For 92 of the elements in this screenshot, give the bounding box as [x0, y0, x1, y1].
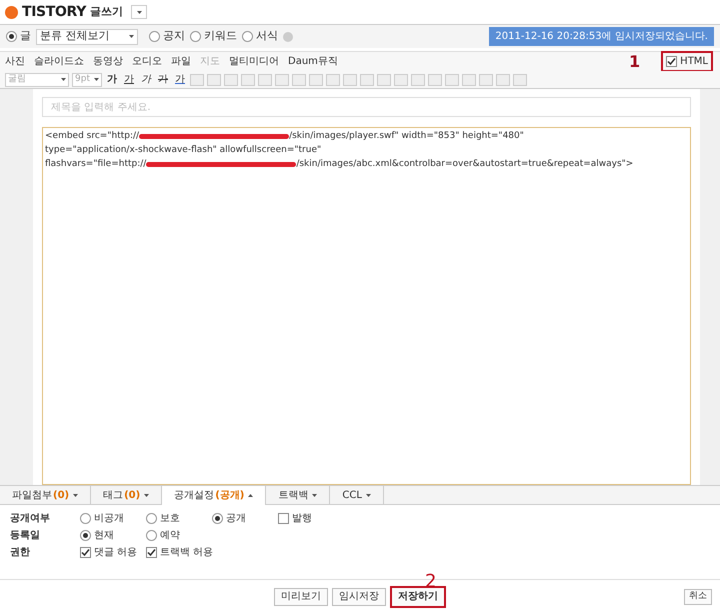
caret-icon	[366, 494, 371, 496]
format-button[interactable]: 가	[156, 72, 170, 86]
category-select[interactable]: 분류 전체보기	[36, 28, 138, 44]
media-button[interactable]: 오디오	[132, 54, 162, 69]
radio-label: 글	[20, 28, 31, 44]
toolbar-icon[interactable]	[224, 74, 238, 86]
caret-icon	[312, 494, 318, 496]
media-button[interactable]: Daum뮤직	[288, 54, 338, 69]
option-label: 트랙백 허용	[160, 546, 214, 560]
checkbox[interactable]	[278, 513, 289, 524]
title-field[interactable]: 제목을 입력해 주세요.	[42, 97, 691, 117]
option-label: 댓글 허용	[94, 546, 138, 560]
setting-label: 권한	[10, 546, 31, 560]
toolbar-icon[interactable]	[377, 74, 391, 86]
option-label: 현재	[94, 529, 114, 543]
radio-button[interactable]	[149, 31, 160, 42]
code-text: /skin/images/abc.xml&controlbar=over&autostart=true&repeat=always">	[296, 158, 634, 171]
caret-icon	[136, 10, 142, 14]
logo: TISTORY	[22, 2, 86, 22]
radio-button[interactable]	[80, 513, 91, 524]
tab[interactable]: 파일첨부(0)	[0, 486, 92, 504]
toolbar-icon[interactable]	[479, 74, 493, 86]
toolbar-icon[interactable]	[326, 74, 340, 86]
radio-button[interactable]	[80, 530, 91, 541]
option-label: 발행	[292, 512, 312, 526]
toolbar-icon[interactable]	[445, 74, 459, 86]
checkbox[interactable]	[666, 56, 678, 67]
toolbar-icon[interactable]	[513, 74, 527, 86]
caret-icon	[61, 78, 66, 81]
checkbox[interactable]	[146, 547, 157, 558]
media-button[interactable]: 멀티미디어	[229, 54, 279, 69]
html-editor[interactable]	[42, 127, 691, 485]
format-button[interactable]: 가	[122, 72, 136, 86]
code-text: type="application/x-shockwave-flash" allowfullscreen="true"	[45, 144, 322, 157]
radio-button[interactable]	[146, 530, 157, 541]
caret-icon	[129, 35, 134, 38]
code-text: flashvars="file=http://	[45, 158, 146, 171]
radio-button[interactable]	[6, 31, 17, 42]
code-text: /skin/images/player.swf" width="853" height="480"	[289, 130, 524, 143]
media-button[interactable]: 파일	[171, 54, 191, 69]
toolbar-icon[interactable]	[394, 74, 408, 86]
caret-icon	[94, 78, 99, 81]
media-button[interactable]: 사진	[5, 54, 25, 69]
cancel-button[interactable]: 취소	[684, 588, 712, 604]
dropdown-button[interactable]	[131, 5, 147, 19]
format-button[interactable]: 가	[105, 72, 119, 86]
option-label: 보호	[160, 512, 180, 526]
caret-icon	[73, 494, 78, 496]
option-label: 예약	[160, 529, 180, 543]
toolbar-icon[interactable]	[428, 74, 442, 86]
toolbar-icon[interactable]	[207, 74, 221, 86]
setting-label: 등록일	[10, 529, 41, 543]
toolbar-icon[interactable]	[360, 74, 374, 86]
toolbar-icon[interactable]	[462, 74, 476, 86]
toolbar-icon[interactable]	[292, 74, 306, 86]
toolbar-icon[interactable]	[309, 74, 323, 86]
caret-icon	[144, 494, 150, 496]
toolbar-icon[interactable]	[343, 74, 357, 86]
help-icon[interactable]	[283, 32, 293, 42]
save-notice: 2011-12-16 20:28:53에 임시저장되었습니다.	[489, 27, 714, 46]
toolbar-icon[interactable]	[496, 74, 510, 86]
toolbar-icon[interactable]	[411, 74, 425, 86]
format-button[interactable]: 가	[139, 72, 153, 86]
radio-label: 키워드	[204, 28, 237, 44]
radio-button[interactable]	[242, 31, 253, 42]
radio-label: 공지	[163, 28, 185, 44]
media-button[interactable]: 동영상	[93, 54, 123, 69]
toolbar-icon[interactable]	[241, 74, 255, 86]
toolbar-icon[interactable]	[258, 74, 272, 86]
format-button[interactable]: 가	[173, 72, 187, 86]
action-button[interactable]: 임시저장	[332, 588, 386, 606]
action-button[interactable]: 저장하기	[390, 586, 446, 608]
option-label: 공개	[226, 512, 246, 526]
annotation-number: 1	[629, 54, 640, 70]
action-button[interactable]: 미리보기	[274, 588, 328, 606]
tab[interactable]: 공개설정(공개)	[162, 486, 266, 505]
toolbar-icon[interactable]	[190, 74, 204, 86]
code-text: <embed src="http://	[45, 130, 140, 143]
media-button[interactable]: 슬라이드쇼	[34, 54, 84, 69]
tab[interactable]: CCL	[330, 486, 384, 504]
tab[interactable]: 트랙백	[266, 486, 330, 504]
caret-icon	[248, 494, 254, 497]
checkbox[interactable]	[80, 547, 91, 558]
option-label: 비공개	[94, 512, 124, 526]
logo-icon	[5, 6, 18, 18]
radio-button[interactable]	[212, 513, 223, 524]
page-title: 글쓰기	[90, 4, 123, 20]
radio-button[interactable]	[190, 31, 201, 42]
radio-button[interactable]	[146, 513, 157, 524]
toolbar-icon[interactable]	[275, 74, 289, 86]
radio-label: 서식	[256, 28, 278, 44]
setting-label: 공개여부	[10, 512, 51, 526]
